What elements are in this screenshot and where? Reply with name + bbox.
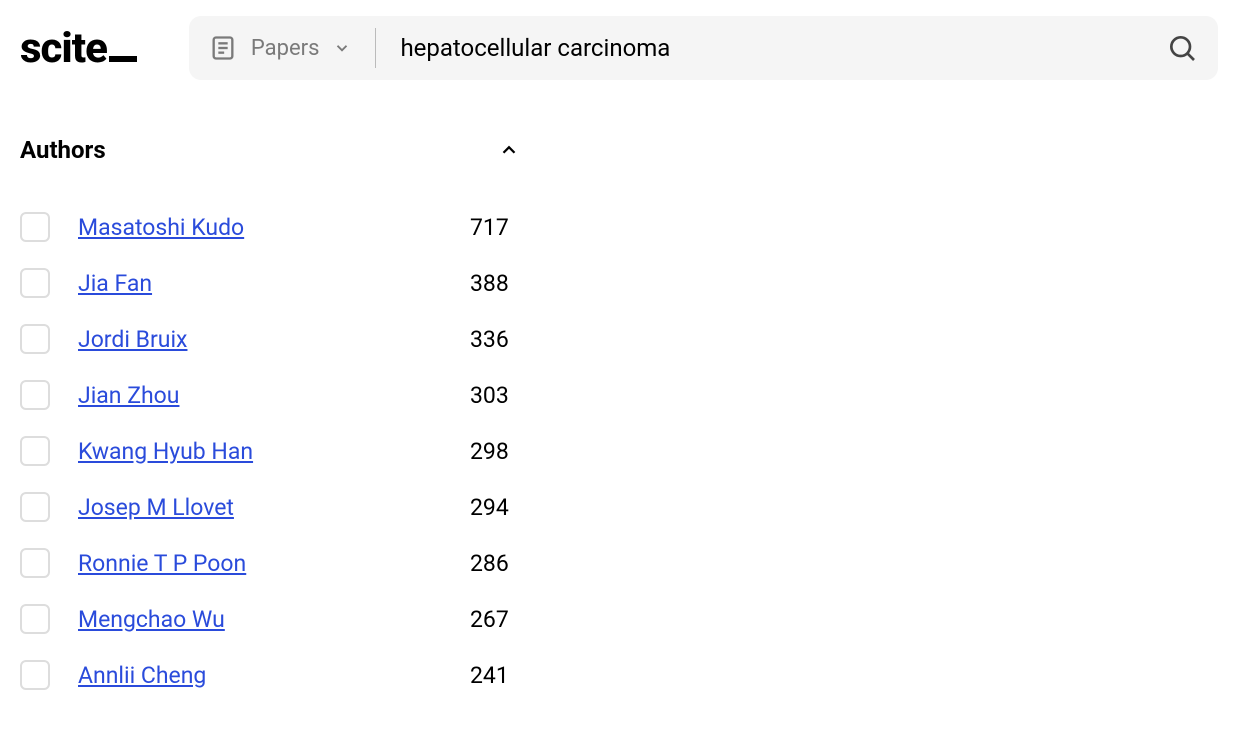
author-link[interactable]: Masatoshi Kudo: [78, 214, 470, 241]
authors-list: Masatoshi Kudo717 Jia Fan388 Jordi Bruix33…: [20, 212, 520, 690]
authors-filter: Authors Masatoshi Kudo717 Jia Fan388 Jordi…: [20, 136, 520, 690]
author-count: 303: [470, 382, 520, 409]
document-icon: [209, 34, 237, 62]
author-count: 267: [470, 606, 520, 633]
author-row: Ronnie T P Poon286: [20, 548, 520, 578]
search-input[interactable]: [400, 34, 1166, 62]
author-link[interactable]: Ronnie T P Poon: [78, 550, 470, 577]
filter-title: Authors: [20, 136, 106, 164]
author-checkbox[interactable]: [20, 660, 50, 690]
header: scite Papers: [20, 16, 1218, 80]
search-type-selector[interactable]: Papers: [209, 34, 376, 62]
author-count: 336: [470, 326, 520, 353]
author-link[interactable]: Josep M Llovet: [78, 494, 470, 521]
author-count: 717: [470, 214, 520, 241]
author-count: 241: [470, 662, 520, 689]
author-row: Kwang Hyub Han298: [20, 436, 520, 466]
filter-header[interactable]: Authors: [20, 136, 520, 164]
author-row: Jia Fan388: [20, 268, 520, 298]
author-checkbox[interactable]: [20, 436, 50, 466]
author-link[interactable]: Jordi Bruix: [78, 326, 470, 353]
author-row: Jian Zhou303: [20, 380, 520, 410]
author-link[interactable]: Annlii Cheng: [78, 662, 470, 689]
author-checkbox[interactable]: [20, 380, 50, 410]
search-bar: Papers: [189, 16, 1218, 80]
author-checkbox[interactable]: [20, 604, 50, 634]
chevron-down-icon: [333, 39, 351, 57]
chevron-up-icon: [498, 139, 520, 161]
author-checkbox[interactable]: [20, 492, 50, 522]
author-link[interactable]: Mengchao Wu: [78, 606, 470, 633]
author-link[interactable]: Jian Zhou: [78, 382, 470, 409]
logo[interactable]: scite: [20, 24, 137, 73]
author-checkbox[interactable]: [20, 548, 50, 578]
logo-text: scite: [20, 24, 107, 73]
author-checkbox[interactable]: [20, 324, 50, 354]
search-icon[interactable]: [1166, 32, 1198, 64]
author-link[interactable]: Jia Fan: [78, 270, 470, 297]
author-checkbox[interactable]: [20, 268, 50, 298]
author-count: 286: [470, 550, 520, 577]
author-row: Mengchao Wu267: [20, 604, 520, 634]
author-link[interactable]: Kwang Hyub Han: [78, 438, 470, 465]
author-count: 388: [470, 270, 520, 297]
author-checkbox[interactable]: [20, 212, 50, 242]
author-row: Josep M Llovet294: [20, 492, 520, 522]
search-divider: [375, 28, 376, 68]
author-row: Jordi Bruix336: [20, 324, 520, 354]
search-type-label: Papers: [251, 36, 320, 61]
logo-underscore: [109, 56, 137, 62]
author-count: 294: [470, 494, 520, 521]
author-row: Annlii Cheng241: [20, 660, 520, 690]
author-row: Masatoshi Kudo717: [20, 212, 520, 242]
author-count: 298: [470, 438, 520, 465]
